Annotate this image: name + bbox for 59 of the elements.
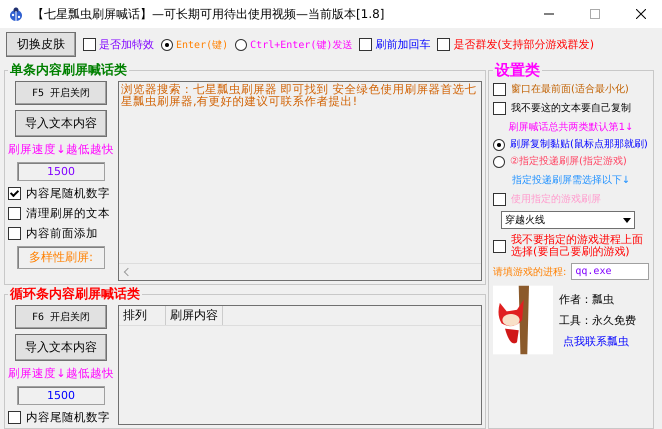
target-note: 指定投递刷屏需选择以下↓ — [510, 174, 632, 187]
option-label: Ctrl+Enter(键)发送 — [250, 38, 352, 52]
speed-label: 刷屏速度↓越低越快 — [8, 366, 114, 381]
group-title: 设置类 — [494, 61, 541, 80]
author-text: 作者：瓢虫 — [559, 292, 615, 306]
action-button[interactable]: 导入文本内容 — [15, 334, 107, 361]
ladybug-icon — [8, 6, 24, 22]
skin-button[interactable]: 切换皮肤 — [6, 32, 76, 57]
option-label: 刷前加回车 — [375, 37, 430, 52]
speed-label: 刷屏速度↓越低越快 — [8, 142, 114, 157]
mode-note: 刷屏喊话总共两类默认第1↓ — [508, 120, 634, 134]
process-label: 请填游戏的进程: — [493, 266, 566, 278]
radio-button[interactable] — [493, 156, 505, 168]
checkbox-label: 使用指定的游戏刷屏 — [511, 192, 601, 206]
tool-text: 工具：永久免费 — [559, 312, 636, 328]
checkbox-label: 内容尾随机数字 — [26, 186, 110, 201]
checkbox[interactable] — [493, 102, 506, 114]
group-title: 单条内容刷屏喊话类 — [9, 62, 128, 79]
caret-icon — [623, 218, 631, 222]
speed-field[interactable]: 1500 — [17, 386, 105, 405]
radio-button[interactable] — [493, 139, 505, 151]
checkbox[interactable] — [83, 38, 96, 51]
checkbox[interactable] — [493, 240, 506, 253]
checkbox-label: 窗口在最前面(适合最小化) — [511, 82, 629, 96]
action-button[interactable]: 导入文本内容 — [15, 110, 107, 137]
radio-button[interactable] — [235, 38, 248, 50]
checkbox[interactable] — [8, 187, 21, 200]
checkbox-label: 内容尾随机数字 — [26, 410, 110, 425]
message-text: 浏览器搜索：七星瓢虫刷屏器 即可找到 安全绿色使用刷屏器首选七星瓢虫刷屏器,有更好的建议可联系作者提出! — [120, 82, 478, 110]
option-label: Enter(键) — [176, 38, 228, 52]
action-button[interactable]: F6 开启关闭 — [15, 305, 107, 329]
checkbox[interactable] — [8, 411, 21, 424]
window-title: 【七星瓢虫刷屏喊话】—可长期可用待出使用视频—当前版本[1.8] — [32, 6, 384, 22]
checkbox[interactable] — [437, 38, 450, 51]
contact-link[interactable]: 点我联系瓢虫 — [563, 334, 636, 348]
radio-label: ②指定投递刷屏(指定游戏) — [510, 156, 627, 168]
close-icon[interactable] — [636, 9, 646, 19]
group-title: 循环条内容刷屏喊话类 — [8, 286, 141, 303]
checkbox[interactable] — [359, 38, 372, 51]
checkbox-label: 清理刷屏的文本 — [26, 206, 110, 221]
radio-button[interactable] — [161, 38, 173, 50]
game-dropdown[interactable]: 穿越火线 — [501, 211, 635, 229]
option-label: 是否加特效 — [99, 37, 154, 52]
cartoon-fox-drawing — [493, 285, 553, 355]
checkbox[interactable] — [8, 227, 21, 240]
content-list[interactable]: 排列 刷屏内容 — [118, 305, 482, 425]
speed-field[interactable]: 1500 — [17, 162, 105, 181]
column-header[interactable]: 刷屏内容 — [166, 306, 223, 325]
column-header[interactable]: 排列 — [119, 306, 166, 325]
action-button[interactable]: F5 开启关闭 — [15, 81, 107, 105]
radio-label: 刷屏复制黏贴(鼠标点那那就刷) — [510, 139, 648, 151]
checkbox[interactable] — [8, 207, 21, 220]
variety-label: 多样性刷屏: — [17, 246, 105, 269]
process-input[interactable]: qq.exe — [571, 263, 649, 280]
option-label: 是否群发(支持部分游戏群发) — [453, 37, 594, 52]
checkbox-label: 我不要指定的游戏进程上面选择(要自己要刷的游戏) — [511, 234, 644, 258]
checkbox[interactable] — [493, 82, 506, 96]
checkbox-label: 内容前面添加 — [26, 226, 98, 241]
checkbox-label: 我不要这的文本要自己复制 — [511, 102, 631, 115]
